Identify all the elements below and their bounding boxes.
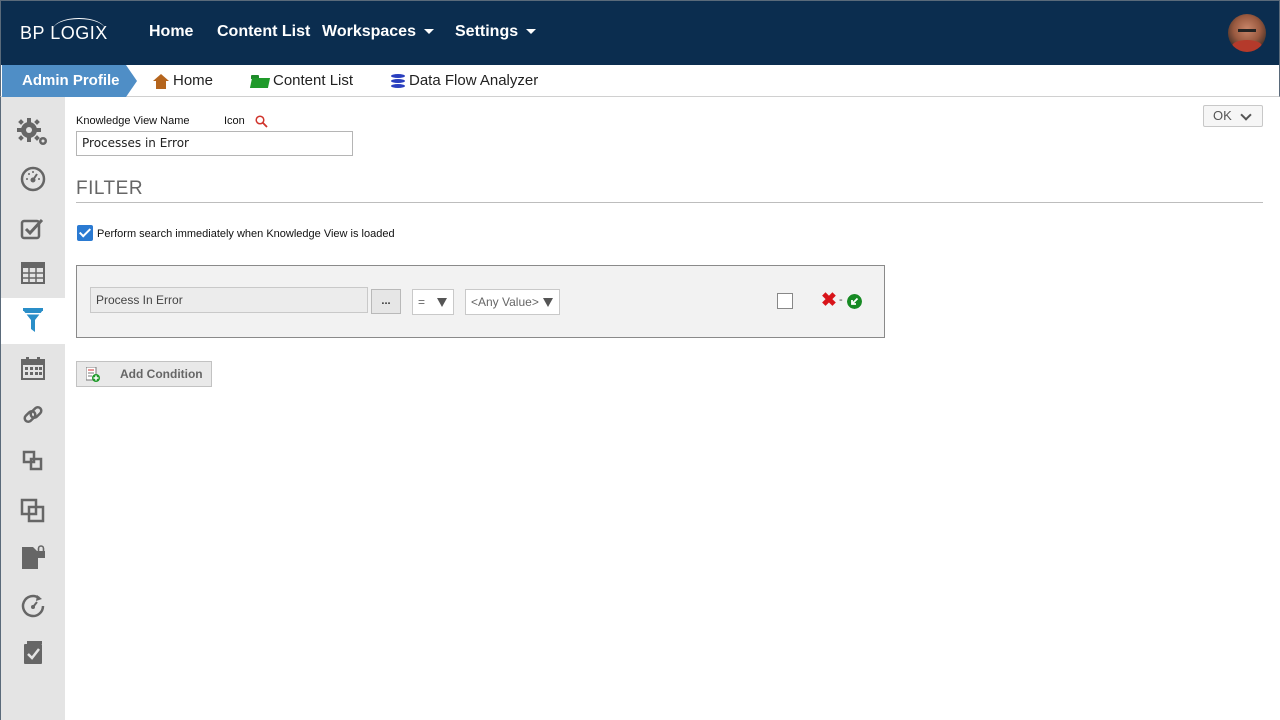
sidebar-item-copy-small[interactable] [1,438,65,484]
calendar-icon [21,357,45,380]
sidebar-item-columns[interactable] [1,250,65,296]
dashboard-gauge-icon [20,166,46,192]
sidebar-item-refresh[interactable] [1,583,65,629]
filter-divider [76,202,1263,203]
dropdown-triangle-icon [543,298,553,307]
sidebar-item-filter[interactable] [1,298,65,344]
negate-condition-checkbox[interactable] [777,293,793,309]
sidebar-item-security[interactable] [1,534,65,580]
nav-content-list[interactable]: Content List [217,23,310,41]
sidebar-item-copy[interactable] [1,488,65,534]
browse-field-button[interactable]: ... [371,289,401,314]
add-condition-icon [86,367,100,382]
profile-tab-arrow [126,65,137,97]
left-sidebar [0,97,65,720]
perform-search-checkbox[interactable] [77,225,93,241]
checked-document-icon [24,641,42,664]
sidebar-item-approval[interactable] [1,630,65,676]
breadcrumb-data-flow-analyzer[interactable]: Data Flow Analyzer [391,65,538,97]
breadcrumb-content-list-label: Content List [273,72,354,89]
value-select-value: <Any Value> [471,295,539,309]
kv-name-input[interactable]: Processes in Error [76,131,353,156]
add-condition-button[interactable]: Add Condition [76,361,212,387]
nav-home-label: Home [149,23,194,40]
breadcrumb-bar: Admin Profile Home Content List Data Flo… [0,65,1280,97]
database-icon [391,73,405,89]
dropdown-triangle-icon [437,298,447,307]
insert-condition-icon[interactable] [847,294,862,309]
breadcrumb-home[interactable]: Home [153,65,213,97]
admin-profile-tab[interactable]: Admin Profile [2,65,126,97]
add-condition-label: Add Condition [120,367,203,381]
breadcrumb-data-flow-analyzer-label: Data Flow Analyzer [409,72,539,89]
nav-settings-label: Settings [455,23,519,40]
nav-settings[interactable]: Settings [455,23,537,41]
icon-separator: - [839,294,843,306]
folder-icon [249,74,271,88]
search-icon[interactable] [255,115,268,128]
table-icon [21,262,45,284]
operator-select-value: = [418,295,426,309]
icon-label: Icon [224,115,245,127]
nav-workspaces-label: Workspaces [322,23,416,40]
refresh-gauge-icon [21,594,45,618]
sidebar-item-checklist[interactable] [1,206,65,252]
user-avatar[interactable] [1228,14,1266,52]
gears-icon [17,118,47,145]
caret-down-icon [423,29,434,35]
avatar-shirt [1232,40,1262,52]
ok-button[interactable]: OK [1203,105,1263,127]
nav-content-list-label: Content List [217,23,311,40]
locked-document-icon [22,545,45,569]
breadcrumb-content-list[interactable]: Content List [249,65,354,97]
breadcrumb-home-label: Home [173,72,214,89]
sidebar-item-dashboard[interactable] [1,156,65,202]
caret-down-icon [526,29,537,35]
nav-workspaces[interactable]: Workspaces [322,23,434,41]
sidebar-item-properties[interactable] [1,109,65,155]
kv-name-label: Knowledge View Name [76,115,190,127]
sidebar-item-links[interactable] [1,392,65,438]
value-select[interactable]: <Any Value> [465,289,560,315]
nav-home[interactable]: Home [149,23,193,41]
checkbox-edit-icon [20,218,44,240]
home-icon [153,74,169,90]
filter-heading: FILTER [76,178,144,199]
sidebar-item-calendar[interactable] [1,346,65,392]
ok-button-label: OK [1213,108,1232,123]
operator-select[interactable]: = [412,289,454,315]
logo-arc-decoration [53,18,105,41]
filter-icon [23,308,43,332]
avatar-glasses [1238,29,1256,32]
chevron-down-icon [1240,109,1252,121]
delete-condition-icon[interactable]: ✖ [821,290,837,312]
copy-icon [20,498,45,523]
link-icon [23,405,43,424]
admin-profile-label: Admin Profile [22,72,120,89]
perform-search-label: Perform search immediately when Knowledg… [97,228,395,240]
top-navigation-bar: BP LOGIX Home Content List Workspaces Se… [0,0,1280,65]
condition-field-input[interactable]: Process In Error [90,287,368,313]
small-copy-icon [22,450,43,471]
